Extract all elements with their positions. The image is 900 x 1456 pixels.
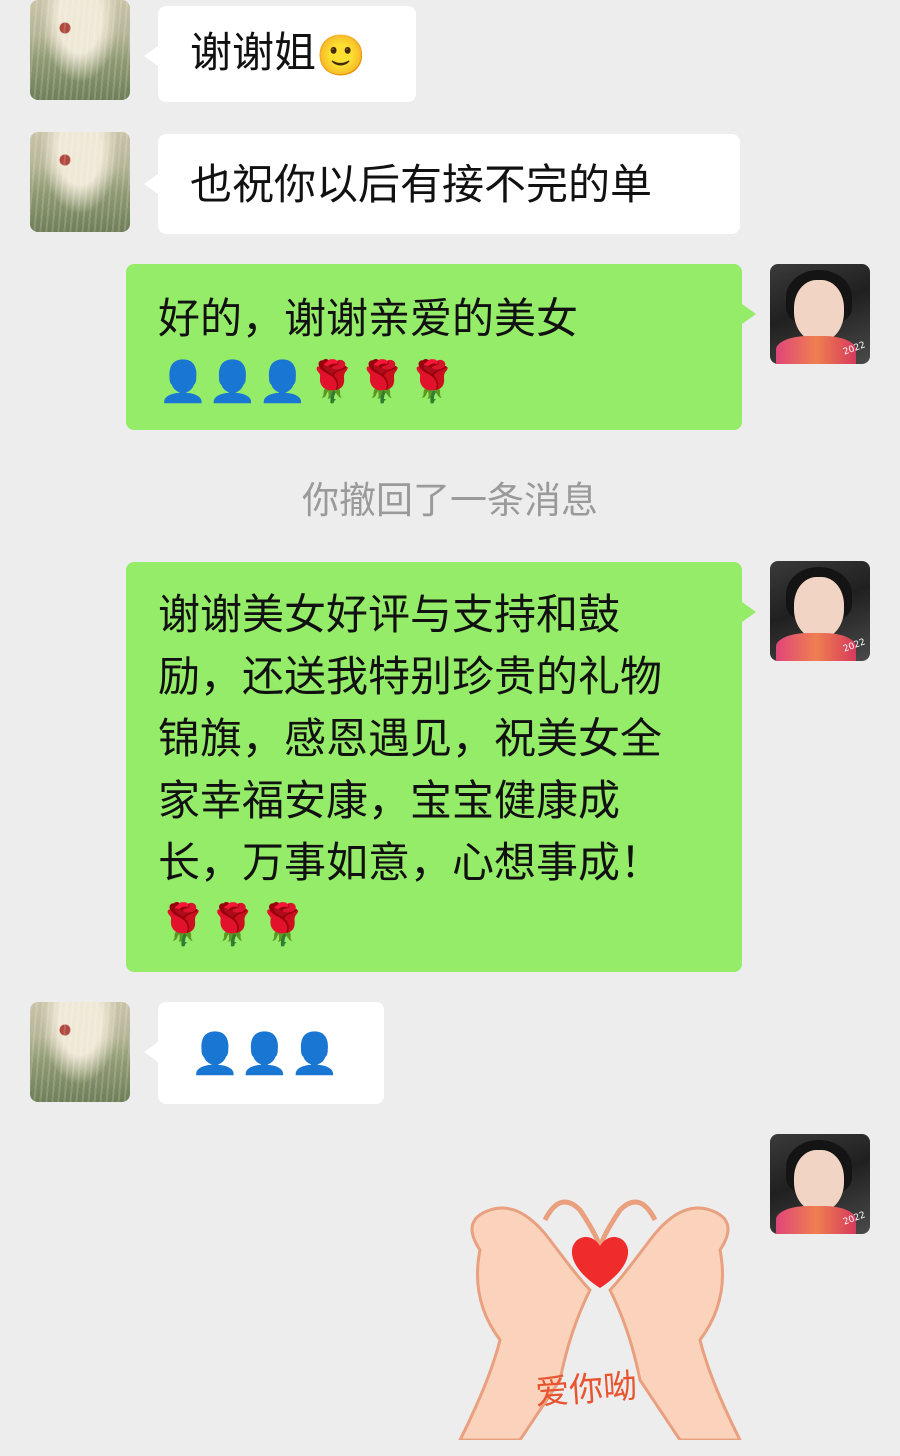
emoji-row: 👤👤👤 bbox=[190, 1031, 340, 1077]
my-avatar[interactable]: 2022 bbox=[770, 561, 870, 661]
contact-avatar[interactable] bbox=[30, 1002, 130, 1102]
message-line: 家幸福安康，宝宝健康成 bbox=[158, 776, 621, 825]
smile-emoji-icon: 🙂 bbox=[316, 33, 366, 79]
message-bubble-outgoing[interactable]: 好的，谢谢亲爱的美女 👤👤👤🌹🌹🌹 bbox=[126, 264, 756, 430]
contact-avatar[interactable] bbox=[30, 0, 130, 100]
my-avatar[interactable]: 2022 bbox=[770, 264, 870, 364]
avatar-face bbox=[794, 577, 844, 639]
emoji-row: 👤👤👤🌹🌹🌹 bbox=[158, 359, 457, 405]
message-bubble-incoming[interactable]: 也祝你以后有接不完的单 bbox=[144, 134, 740, 234]
my-avatar[interactable]: 2022 bbox=[770, 1134, 870, 1234]
message-line: 锦旗，感恩遇见，祝美女全 bbox=[158, 714, 663, 763]
message-text: 谢谢姐 bbox=[190, 28, 317, 77]
finger-arc-shape bbox=[542, 1199, 658, 1251]
recall-notice: 你撤回了一条消息 bbox=[302, 479, 598, 522]
message-bubble-outgoing[interactable]: 谢谢美女好评与支持和鼓 励，还送我特别珍贵的礼物 锦旗，感恩遇见，祝美女全 家幸… bbox=[126, 562, 756, 972]
avatar-face bbox=[794, 1150, 844, 1212]
avatar-face bbox=[794, 280, 844, 342]
message-line: 长，万事如意，心想事成！ bbox=[158, 838, 663, 887]
message-bubble-incoming[interactable]: 👤👤👤 bbox=[144, 1002, 384, 1104]
message-line: 励，还送我特别珍贵的礼物 bbox=[158, 652, 663, 701]
sticker-caption: 爱你呦 bbox=[533, 1366, 639, 1414]
message-bubble-incoming[interactable]: 谢谢姐🙂 bbox=[144, 6, 416, 102]
emoji-row: 🌹🌹🌹 bbox=[158, 902, 308, 948]
message-line: 谢谢美女好评与支持和鼓 bbox=[158, 590, 621, 639]
contact-avatar[interactable] bbox=[30, 132, 130, 232]
message-text: 好的，谢谢亲爱的美女 bbox=[158, 294, 579, 343]
message-text: 也祝你以后有接不完的单 bbox=[190, 160, 653, 209]
